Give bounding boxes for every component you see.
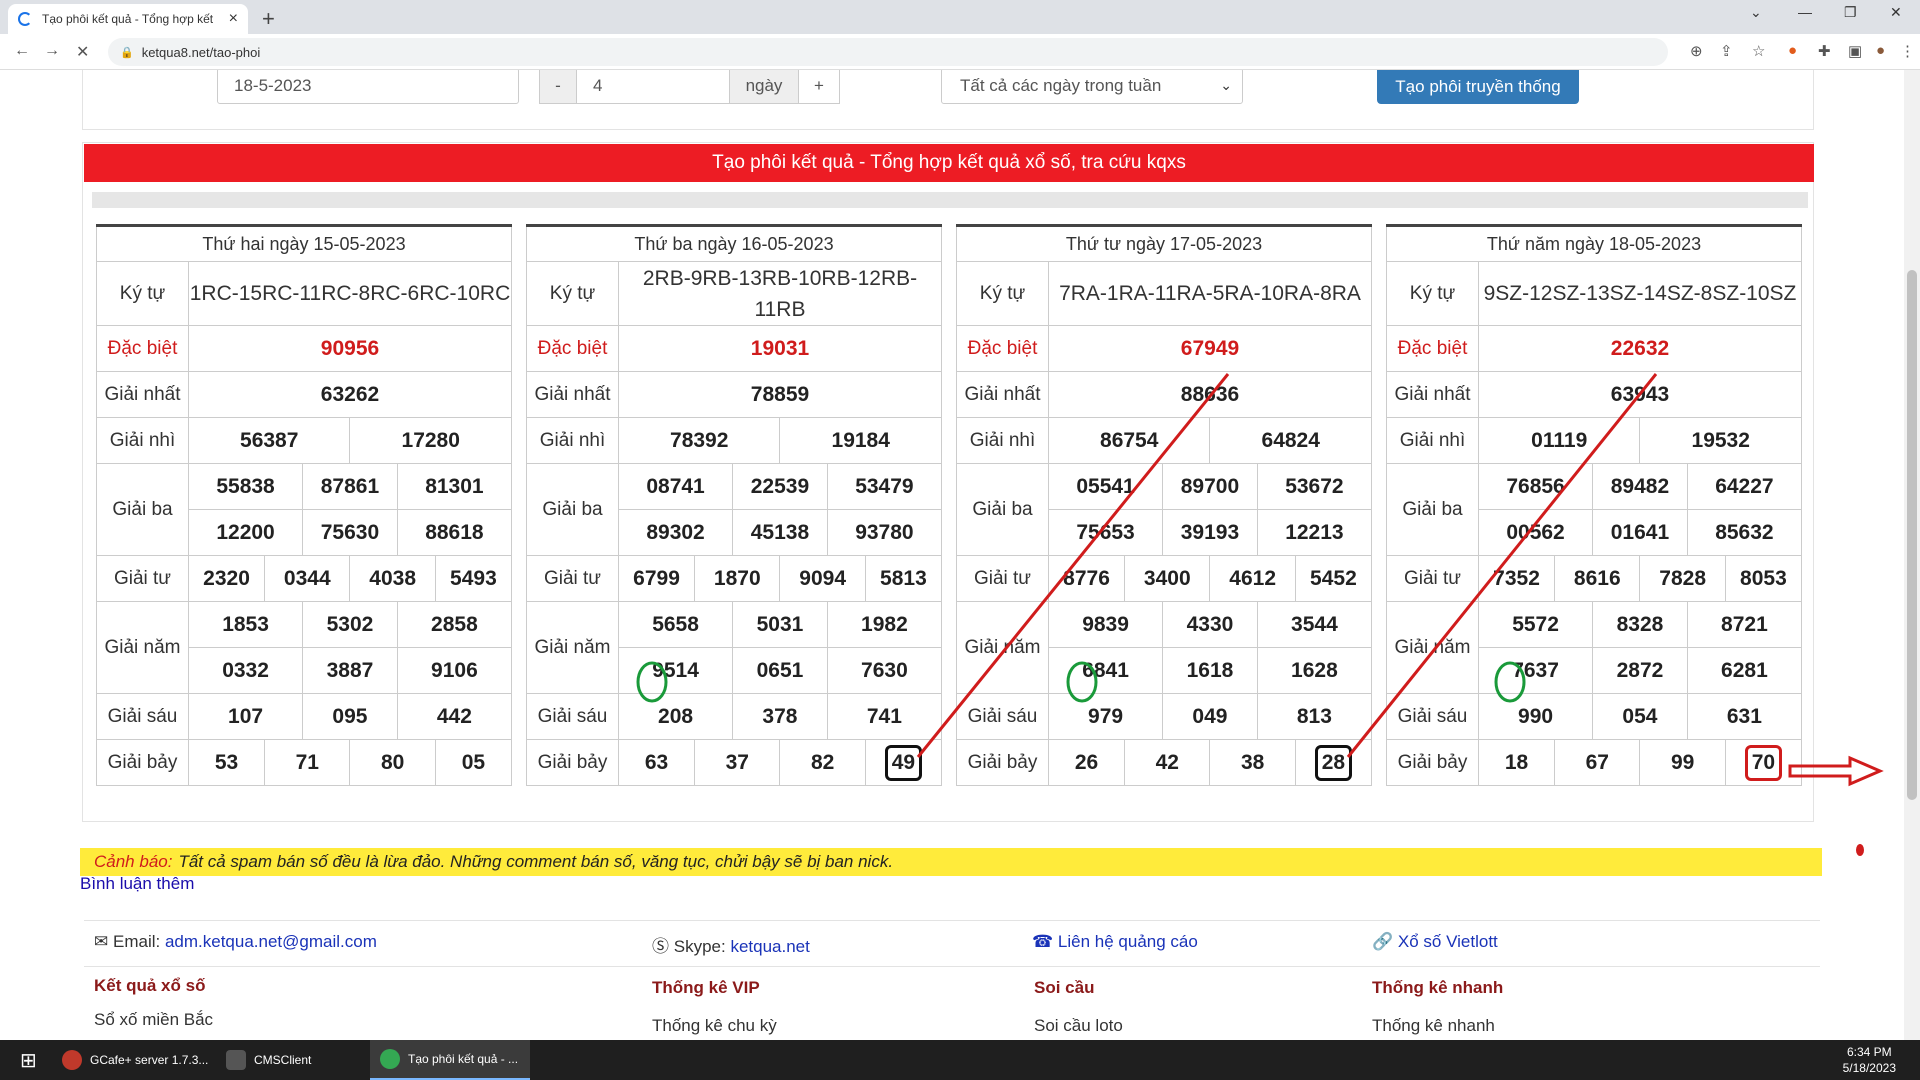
minimize-icon[interactable]: — (1798, 4, 1812, 20)
green-circle-mark (1494, 661, 1526, 703)
page-scrollbar[interactable] (1904, 70, 1920, 1040)
red-dot-mark (1856, 844, 1864, 856)
loading-icon (18, 12, 32, 26)
browser-tab[interactable]: Tạo phôi kết quả - Tổng hợp kết × (8, 4, 248, 34)
footer-heading: Kết quả xổ số (94, 976, 206, 995)
taskbar-label: Tạo phôi kết quả - ... (408, 1052, 519, 1066)
red-trend-line (916, 373, 1230, 758)
red-arrow-icon (1788, 755, 1884, 787)
zoom-icon[interactable]: ⊕ (1690, 42, 1703, 60)
phone-icon: ☎ (1032, 932, 1054, 951)
system-clock[interactable]: 6:34 PM 5/18/2023 (1843, 1044, 1896, 1076)
bookmark-star-icon[interactable]: ☆ (1752, 42, 1765, 60)
footer-heading: Thống kê nhanh (1372, 978, 1504, 997)
forward-icon[interactable]: → (44, 42, 60, 60)
skype-icon: Ⓢ (652, 937, 669, 956)
extensions-icon[interactable]: ✚ (1818, 42, 1831, 60)
skype-label: Skype: (673, 937, 726, 956)
menu-icon[interactable]: ⋮ (1900, 42, 1915, 60)
warning-text: Tất cả spam bán số đều là lừa đảo. Những… (178, 852, 894, 871)
taskbar-item[interactable]: GCafe+ server 1.7.3... (52, 1040, 212, 1080)
extension-fire-icon[interactable]: ● (1788, 42, 1797, 59)
email-contact: ✉ Email: adm.ketqua.net@gmail.com (94, 932, 377, 952)
footer-heading: Thống kê VIP (652, 978, 760, 997)
comment-link[interactable]: Bình luận thêm (80, 874, 194, 894)
taskbar-item-active[interactable]: Tạo phôi kết quả - ... (370, 1040, 530, 1080)
share-icon[interactable]: ⇪ (1720, 42, 1733, 60)
chrome-icon (380, 1049, 400, 1069)
skype-link[interactable]: ketqua.net (730, 937, 809, 956)
skype-contact: Ⓢ Skype: ketqua.net (652, 932, 810, 957)
vietlott-contact: 🔗 Xổ số Vietlott (1372, 932, 1498, 952)
maximize-icon[interactable]: ❐ (1844, 4, 1857, 21)
footer-link[interactable]: Soi cầu loto (1034, 1016, 1123, 1036)
green-circle-mark (1066, 661, 1098, 703)
taskbar-label: CMSClient (254, 1053, 312, 1067)
footer-link[interactable]: Thống kê chu kỳ (652, 1016, 777, 1036)
ads-link[interactable]: Liên hệ quảng cáo (1058, 932, 1198, 951)
divider (84, 966, 1820, 967)
stop-icon[interactable]: ✕ (76, 42, 89, 62)
green-circle-mark (636, 661, 668, 703)
warning-prefix: Cảnh báo: (94, 852, 173, 871)
scrollbar-thumb[interactable] (1907, 270, 1917, 800)
profile-avatar[interactable]: ● (1876, 42, 1885, 59)
page-content: 18-5-2023 - 4 ngày + Tất cả các ngày tro… (0, 70, 1904, 1040)
sidepanel-icon[interactable]: ▣ (1848, 42, 1862, 60)
footer-heading: Soi cầu (1034, 978, 1095, 997)
close-window-icon[interactable]: ✕ (1890, 4, 1902, 21)
mail-icon: ✉ (94, 932, 109, 951)
back-icon[interactable]: ← (14, 42, 30, 60)
clock-date: 5/18/2023 (1842, 1061, 1896, 1075)
gcafe-icon (62, 1050, 82, 1070)
annotation-overlay (636, 373, 1884, 856)
taskbar-label: GCafe+ server 1.7.3... (90, 1053, 209, 1067)
footer-link[interactable]: Thống kê nhanh (1372, 1016, 1495, 1036)
ads-contact: ☎ Liên hệ quảng cáo (1032, 932, 1198, 952)
cmsclient-icon (226, 1050, 246, 1070)
spam-warning: Cảnh báo: Tất cả spam bán số đều là lừa … (80, 848, 1822, 876)
windows-taskbar: ⊞ GCafe+ server 1.7.3... CMSClient Tạo p… (0, 1040, 1920, 1080)
url-bar[interactable]: 🔒 ketqua8.net/tao-phoi (108, 38, 1668, 66)
vietlott-link[interactable]: Xổ số Vietlott (1398, 932, 1498, 951)
new-tab-icon[interactable]: + (262, 6, 275, 32)
email-label: Email: (112, 932, 161, 951)
browser-tab-strip: Tạo phôi kết quả - Tổng hợp kết × + ⌄ — … (0, 0, 1920, 34)
close-tab-icon[interactable]: × (229, 10, 238, 28)
url-text: ketqua8.net/tao-phoi (141, 44, 261, 60)
footer-link[interactable]: Sổ xố miền Bắc (94, 1010, 213, 1030)
email-link[interactable]: adm.ketqua.net@gmail.com (165, 932, 377, 951)
tab-title: Tạo phôi kết quả - Tổng hợp kết (42, 12, 214, 26)
clock-time: 6:34 PM (1846, 1045, 1892, 1059)
address-bar-row: ← → ✕ 🔒 ketqua8.net/tao-phoi ⊕ ⇪ ☆ ● ✚ ▣… (0, 34, 1920, 70)
taskbar-item[interactable]: CMSClient (216, 1040, 366, 1080)
divider (84, 920, 1820, 921)
windows-start-icon[interactable]: ⊞ (10, 1040, 50, 1080)
lock-icon: 🔒 (120, 46, 134, 59)
link-icon: 🔗 (1372, 932, 1394, 951)
tab-search-icon[interactable]: ⌄ (1750, 4, 1762, 21)
